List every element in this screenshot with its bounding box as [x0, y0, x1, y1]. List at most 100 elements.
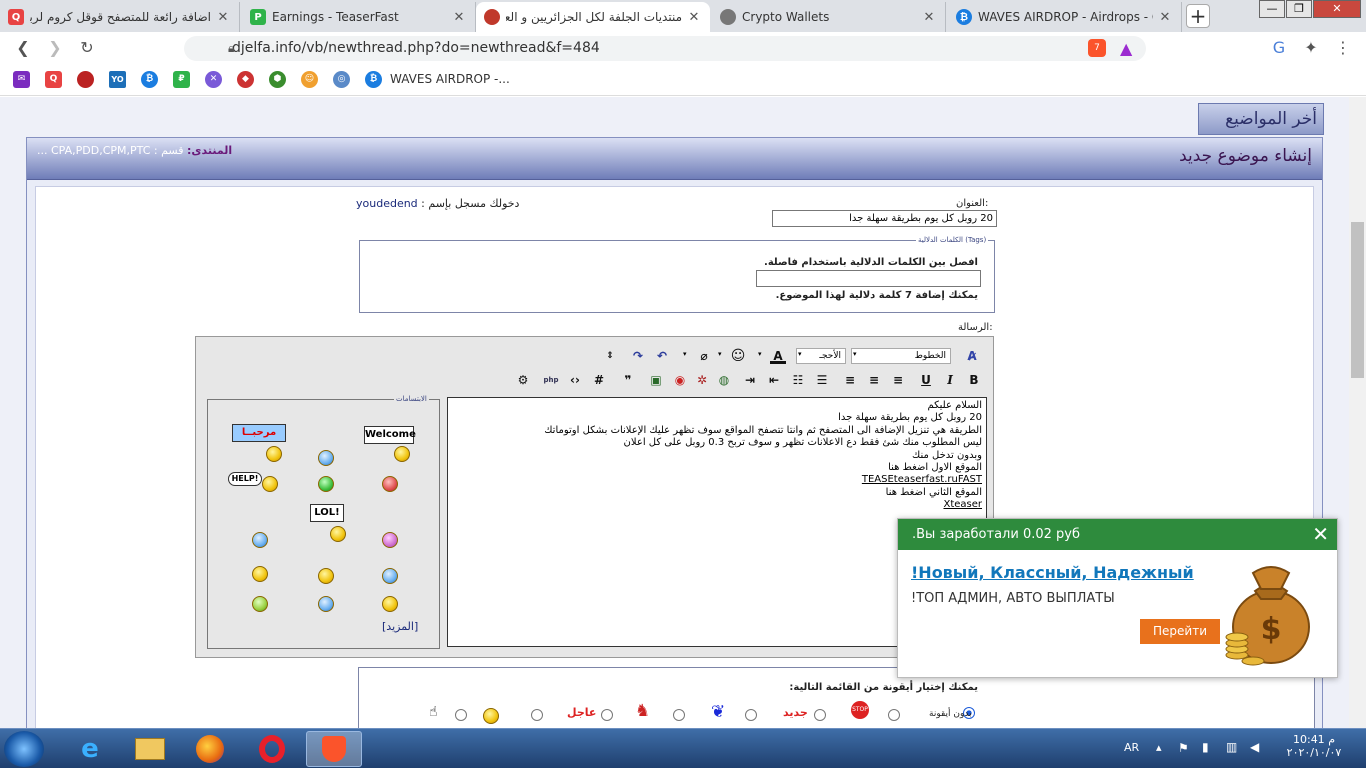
angry-smiley-icon[interactable] [382, 476, 398, 492]
marhaba-smiley-icon[interactable] [266, 446, 282, 462]
marhaba-sign[interactable]: مرحبــا [232, 424, 286, 442]
remove-format-icon[interactable]: A̷ [964, 348, 980, 364]
bookmark-mail-icon[interactable]: ✉ [13, 71, 30, 88]
sunglasses-smiley-icon[interactable] [318, 596, 334, 612]
bookmark-search-icon[interactable]: ☺ [301, 71, 318, 88]
close-icon[interactable]: ✕ [215, 10, 231, 25]
cheer-smiley-icon[interactable] [252, 566, 268, 582]
italic-icon[interactable]: I [942, 372, 958, 388]
firefox-taskbar-icon[interactable] [182, 731, 238, 767]
hash-icon[interactable]: # [591, 372, 607, 388]
battery-icon[interactable]: ▮ [1202, 740, 1209, 754]
redo-icon[interactable]: ↷ [630, 348, 646, 364]
radio-urgent[interactable] [601, 709, 613, 721]
lol-sign[interactable]: LOL! [310, 504, 344, 522]
close-icon[interactable]: ✕ [921, 10, 937, 25]
quote-icon[interactable]: ❞ [620, 372, 636, 388]
radio-hand[interactable] [455, 709, 467, 721]
wink-smiley-icon[interactable] [382, 568, 398, 584]
bookmark-label[interactable]: WAVES AIRDROP -... [390, 72, 510, 86]
back-icon[interactable]: ❮ [12, 37, 34, 59]
clock[interactable]: 10:41 م ٢٠٢٠/١٠/٠٧ [1284, 733, 1344, 759]
username-link[interactable]: youdedend [356, 197, 418, 210]
bullet-list-icon[interactable]: ☷ [790, 372, 806, 388]
close-icon[interactable]: ✕ [1312, 523, 1329, 545]
more-smilies-link[interactable]: [المزيد] [382, 620, 418, 633]
tab-4[interactable]: Crypto Wallets ✕ [712, 2, 946, 32]
translate-icon[interactable]: G [1268, 37, 1290, 59]
welcome-sign[interactable]: Welcome [364, 426, 416, 444]
chevron-down-icon[interactable]: ▾ [683, 350, 687, 358]
yellow-green-smiley-icon[interactable] [252, 596, 268, 612]
bookmark-circle-icon[interactable]: ◎ [333, 71, 350, 88]
smile-icon[interactable] [382, 596, 398, 612]
radio-stop[interactable] [888, 709, 900, 721]
tab-2[interactable]: P Earnings - TeaserFast ✕ [242, 2, 476, 32]
page-scrollbar[interactable] [1349, 97, 1366, 728]
bookmark-robot-icon[interactable]: ◆ [237, 71, 254, 88]
align-left-icon[interactable]: ≡ [842, 372, 858, 388]
chevron-down-icon[interactable]: ▾ [758, 350, 762, 358]
undo-icon[interactable]: ↶ [654, 348, 670, 364]
tray-chevron-icon[interactable]: ▴ [1156, 741, 1162, 754]
image-icon[interactable]: ▣ [648, 372, 664, 388]
lol-smiley-icon[interactable] [330, 526, 346, 542]
bookmark-bitcoin-icon[interactable]: ₿ [141, 71, 158, 88]
chevron-down-icon[interactable]: ▾ [718, 350, 722, 358]
radio-smiley[interactable] [531, 709, 543, 721]
tab-5[interactable]: ₿ WAVES AIRDROP - Airdrops - Cry ✕ [948, 2, 1182, 32]
latest-topics-header[interactable]: أخر المواضيع [1198, 103, 1324, 135]
network-icon[interactable]: ▥ [1226, 740, 1237, 754]
scrollbar-thumb[interactable] [1351, 222, 1364, 378]
outdent-icon[interactable]: ⇤ [766, 372, 782, 388]
bookmark-forum-icon[interactable] [77, 71, 94, 88]
thumbs-up-smiley-icon[interactable] [318, 568, 334, 584]
start-button[interactable] [4, 731, 44, 767]
radio-butterfly[interactable] [745, 709, 757, 721]
numbered-list-icon[interactable]: ☰ [814, 372, 830, 388]
bookmark-x-icon[interactable]: ✕ [205, 71, 222, 88]
purple-smiley-icon[interactable] [382, 532, 398, 548]
title-input[interactable] [772, 210, 997, 227]
reload-icon[interactable]: ↻ [76, 37, 98, 59]
opera-taskbar-icon[interactable] [244, 731, 300, 767]
language-indicator[interactable]: AR [1124, 741, 1139, 754]
welcome-smiley-icon[interactable] [394, 446, 410, 462]
close-icon[interactable]: ✕ [686, 10, 702, 25]
code-icon[interactable]: ‹› [567, 372, 583, 388]
php-icon[interactable]: php [543, 372, 559, 388]
bookmark-yo-icon[interactable]: YO [109, 71, 126, 88]
help-sign[interactable]: HELP! [228, 472, 262, 486]
font-color-icon[interactable]: A [770, 348, 786, 364]
popup-headline-link[interactable]: !Новый, Классный, Надежный [911, 563, 1194, 582]
tab-3-active[interactable]: منتديات الجلفة لكل الجزائريين و العرب - … [476, 2, 710, 32]
resize-toggle-icon[interactable]: ⇕ [602, 348, 618, 364]
close-icon[interactable]: ✕ [1157, 10, 1173, 25]
extensions-icon[interactable]: ✦ [1300, 37, 1322, 59]
bold-icon[interactable]: B [966, 372, 982, 388]
align-center-icon[interactable]: ≡ [866, 372, 882, 388]
bookmark-waves-icon[interactable]: ₿ [365, 71, 382, 88]
flag-icon[interactable]: ⚑ [1178, 741, 1189, 755]
video-icon[interactable]: ◉ [672, 372, 688, 388]
go-button[interactable]: Перейти [1140, 619, 1220, 644]
radio-new[interactable] [814, 709, 826, 721]
smiley-icon[interactable]: ☺ [730, 348, 746, 364]
help-smiley-icon[interactable] [262, 476, 278, 492]
new-tab-button[interactable]: + [1186, 4, 1210, 28]
confused-smiley-icon[interactable] [318, 450, 334, 466]
forward-icon[interactable]: ❯ [44, 37, 66, 59]
underline-icon[interactable]: U [918, 372, 934, 388]
link-icon[interactable]: ◍ [716, 372, 732, 388]
close-window-icon[interactable]: ✕ [1313, 0, 1361, 18]
align-right-icon[interactable]: ≡ [890, 372, 906, 388]
indent-icon[interactable]: ⇥ [742, 372, 758, 388]
unlink-icon[interactable]: ✲ [694, 372, 710, 388]
address-bar[interactable]: 🔒︎ djelfa.info/vb/newthread.php?do=newth… [184, 36, 1146, 61]
tags-input[interactable] [756, 270, 981, 287]
switch-mode-icon[interactable]: ⚙ [515, 372, 531, 388]
menu-icon[interactable]: ⋮ [1332, 37, 1354, 59]
cool-blue-smiley-icon[interactable] [252, 532, 268, 548]
explorer-taskbar-icon[interactable] [122, 731, 178, 767]
minimize-icon[interactable]: — [1259, 0, 1285, 18]
